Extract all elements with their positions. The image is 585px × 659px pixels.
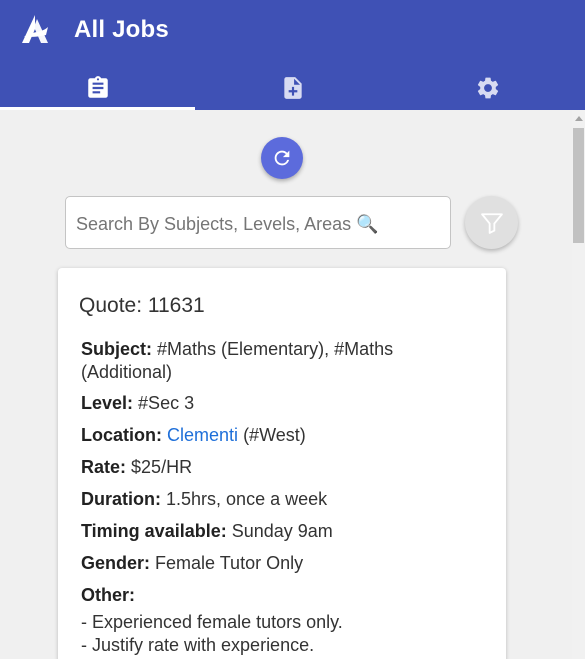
job-card[interactable]: Quote: 11631 Subject: #Maths (Elementary… (58, 268, 506, 659)
duration-label: Duration: (81, 489, 161, 509)
filter-button[interactable] (465, 196, 518, 249)
tab-all-jobs[interactable] (0, 66, 195, 110)
location-link[interactable]: Clementi (167, 425, 238, 445)
job-timing: Timing available: Sunday 9am (81, 520, 481, 543)
timing-label: Timing available: (81, 521, 227, 541)
job-gender: Gender: Female Tutor Only (81, 552, 481, 575)
rate-label: Rate: (81, 457, 127, 477)
refresh-button[interactable] (261, 137, 303, 179)
scroll-thumb[interactable] (573, 128, 584, 243)
scroll-up-arrow-icon[interactable] (575, 116, 583, 121)
other-line: - Justify rate with experience. (81, 635, 315, 655)
tab-add-job[interactable] (195, 66, 390, 110)
vertical-scrollbar[interactable] (572, 110, 585, 659)
app-logo-icon (22, 15, 48, 43)
rate-value: $25/HR (131, 457, 193, 477)
search-field[interactable] (65, 196, 451, 249)
job-subject: Subject: #Maths (Elementary), #Maths (Ad… (81, 338, 481, 384)
job-duration: Duration: 1.5hrs, once a week (81, 488, 481, 511)
tab-settings[interactable] (390, 66, 585, 110)
other-line: - Experienced female tutors only. (81, 612, 343, 632)
timing-value: Sunday 9am (231, 521, 333, 541)
level-value: #Sec 3 (138, 393, 195, 413)
add-document-icon (283, 77, 302, 99)
gear-icon (477, 77, 498, 99)
gender-value: Female Tutor Only (155, 553, 304, 573)
subject-label: Subject: (81, 339, 153, 359)
job-quote-number: Quote: 11631 (79, 294, 205, 317)
other-label: Other: (81, 585, 135, 605)
job-rate: Rate: $25/HR (81, 456, 481, 479)
jobs-list-area: Quote: 11631 Subject: #Maths (Elementary… (0, 110, 572, 659)
level-label: Level: (81, 393, 134, 413)
filter-icon (480, 212, 503, 234)
page-title: All Jobs (74, 16, 169, 43)
search-input[interactable] (76, 211, 436, 237)
job-level: Level: #Sec 3 (81, 392, 481, 415)
location-region: (#West) (243, 425, 306, 445)
tab-bar (0, 66, 585, 110)
duration-value: 1.5hrs, once a week (166, 489, 328, 509)
refresh-icon (274, 150, 290, 166)
app-bar: All Jobs (0, 0, 585, 110)
location-label: Location: (81, 425, 162, 445)
gender-label: Gender: (81, 553, 151, 573)
job-location: Location: Clementi (#West) (81, 424, 481, 447)
job-other: Other: (81, 584, 481, 607)
clipboard-list-icon (87, 76, 108, 98)
